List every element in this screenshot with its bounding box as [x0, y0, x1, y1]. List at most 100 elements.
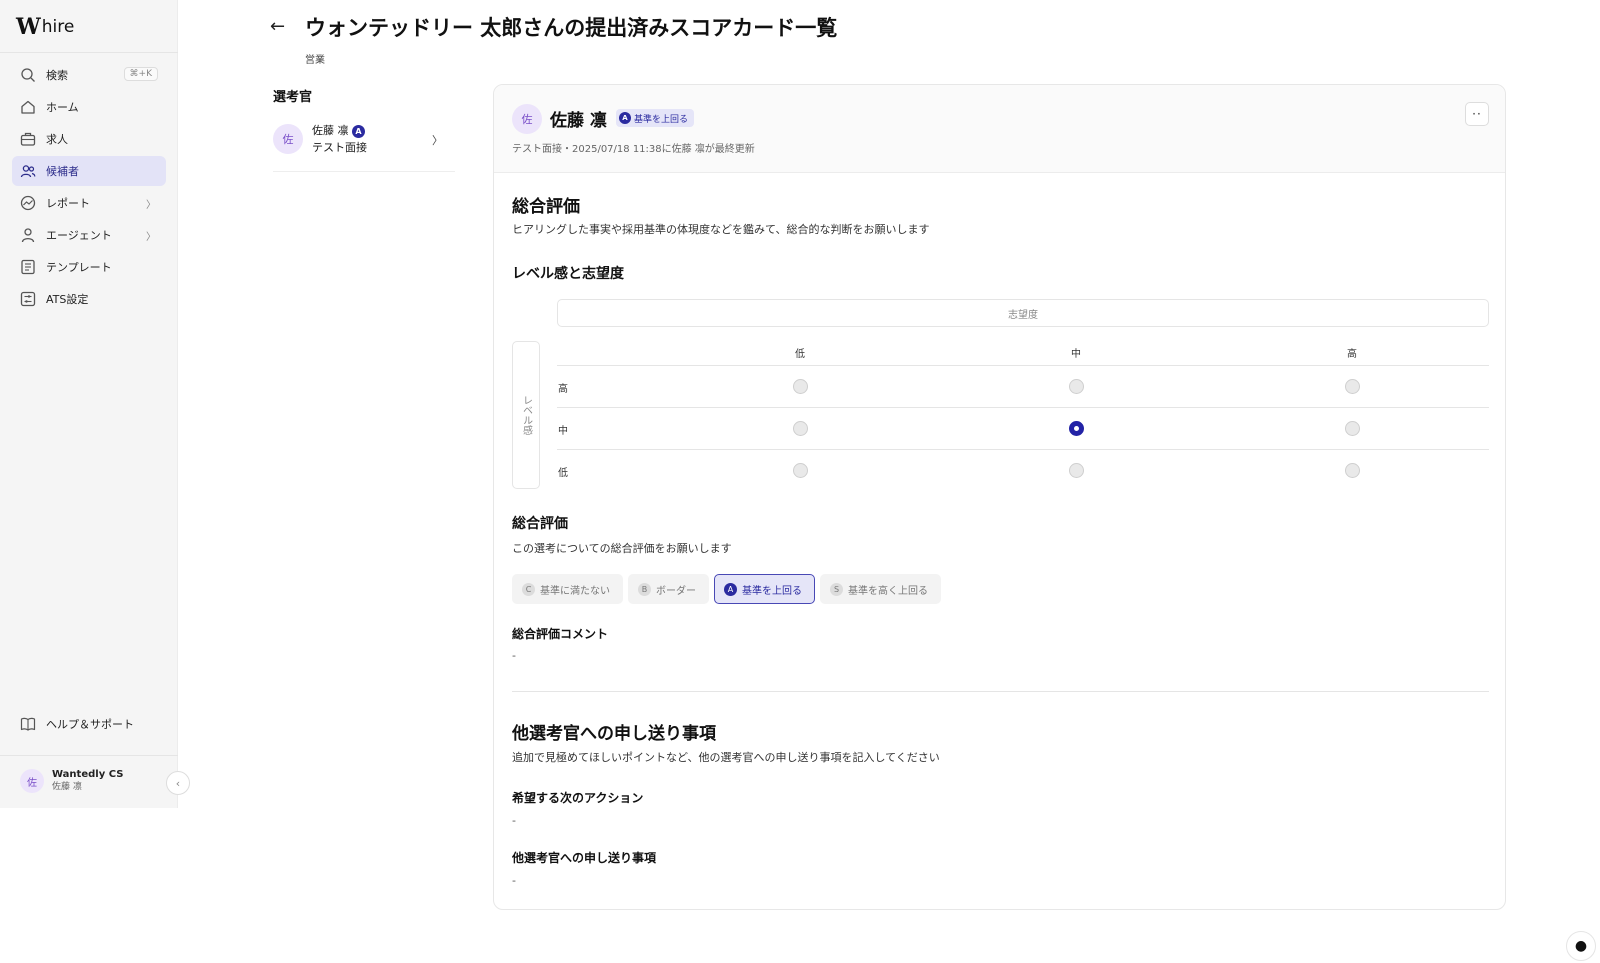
- sidebar-nav: 検索 ⌘+K ホーム 求人 候補者 レポート 〉 エージェント 〉 テンプレート…: [12, 60, 166, 316]
- sidebar-item-help[interactable]: ヘルプ＆サポート: [12, 709, 166, 739]
- evaluator-info: 佐藤 凛 A テスト面接: [312, 122, 367, 156]
- y-axis-label: レベル感: [512, 341, 540, 489]
- sidebar-bottom: ヘルプ＆サポート: [12, 709, 166, 741]
- page-subtitle: 営業: [305, 55, 325, 66]
- sidebar-item-reports[interactable]: レポート 〉: [12, 188, 166, 218]
- matrix-radio[interactable]: [1345, 421, 1360, 436]
- grade-section-title: 総合評価: [512, 516, 568, 532]
- matrix-row: 低: [557, 450, 1489, 492]
- search-icon: [20, 67, 36, 83]
- divider: [512, 691, 1489, 692]
- agent-icon: [20, 227, 36, 243]
- sidebar-item-candidates[interactable]: 候補者: [12, 156, 166, 186]
- matrix-title: レベル感と志望度: [512, 266, 624, 282]
- sidebar-item-label: レポート: [46, 197, 90, 210]
- sidebar-item-label: ヘルプ＆サポート: [46, 718, 134, 731]
- chevron-right-icon: 〉: [146, 232, 156, 243]
- sidebar-item-jobs[interactable]: 求人: [12, 124, 166, 154]
- y-axis-text: レベル感: [520, 395, 532, 435]
- matrix-radio[interactable]: [1069, 379, 1084, 394]
- matrix-radio[interactable]: [1345, 463, 1360, 478]
- avatar: 佐: [273, 124, 303, 154]
- avatar: 佐: [20, 769, 44, 793]
- matrix-radio[interactable]: [1069, 463, 1084, 478]
- sidebar-item-label: ATS設定: [46, 293, 89, 306]
- grade-label: 基準を高く上回る: [848, 585, 928, 597]
- row-label: 中: [558, 426, 568, 437]
- grade-label: ボーダー: [656, 585, 696, 597]
- sidebar-item-label: ホーム: [46, 101, 79, 114]
- grade-letter: S: [830, 582, 843, 596]
- grade-option-s[interactable]: S 基準を高く上回る: [820, 574, 941, 604]
- column-label: 低: [795, 349, 805, 360]
- sidebar-item-label: テンプレート: [46, 261, 112, 274]
- book-icon: [20, 716, 36, 732]
- matrix-header-row: 低 中 高: [557, 339, 1489, 366]
- grade-section-description: この選考についての総合評価をお願いします: [512, 542, 732, 555]
- grade-letter: B: [638, 582, 651, 596]
- grade-badge: A 基準を上回る: [616, 109, 695, 127]
- row-label: 低: [558, 468, 568, 479]
- briefcase-icon: [20, 131, 36, 147]
- more-options-button[interactable]: ··: [1465, 102, 1489, 126]
- chevron-right-icon: 〉: [432, 134, 443, 147]
- app-logo[interactable]: W hire: [16, 14, 74, 40]
- chart-icon: [20, 195, 36, 211]
- sidebar-item-label: エージェント: [46, 229, 112, 242]
- sidebar: W hire 検索 ⌘+K ホーム 求人 候補者 レポート 〉 エージェント 〉…: [0, 0, 178, 808]
- column-label: 高: [1347, 349, 1357, 360]
- interview-name: テスト面接: [312, 141, 367, 154]
- grade-label: 基準に満たない: [540, 585, 610, 597]
- user-org: Wantedly CS: [52, 769, 124, 780]
- sidebar-item-agents[interactable]: エージェント 〉: [12, 220, 166, 250]
- page-title: ウォンテッドリー 太郎さんの提出済みスコアカード一覧: [305, 16, 838, 40]
- evaluator-list-item[interactable]: 佐 佐藤 凛 A テスト面接 〉: [273, 122, 455, 172]
- section-description: ヒアリングした事実や採用基準の体現度などを鑑みて、総合的な判断をお願いします: [512, 223, 930, 236]
- matrix-radio-selected[interactable]: [1069, 421, 1084, 436]
- sidebar-item-ats-settings[interactable]: ATS設定: [12, 284, 166, 314]
- sidebar-item-home[interactable]: ホーム: [12, 92, 166, 122]
- matrix-radio[interactable]: [793, 463, 808, 478]
- column-label: 中: [1071, 349, 1081, 360]
- section-title: 総合評価: [512, 197, 580, 217]
- scorecard-meta: テスト面接・2025/07/18 11:38に佐藤 凛が最終更新: [512, 144, 755, 155]
- shortcut-badge: ⌘+K: [123, 67, 158, 81]
- divider: [0, 755, 178, 756]
- grade-badge: A: [352, 124, 365, 138]
- sidebar-item-search[interactable]: 検索 ⌘+K: [12, 60, 166, 90]
- matrix-radio[interactable]: [793, 421, 808, 436]
- collapse-sidebar-button[interactable]: ‹: [166, 771, 190, 795]
- handover-notes-value: -: [512, 874, 516, 887]
- sidebar-item-label: 求人: [46, 133, 68, 146]
- grade-letter: A: [724, 582, 737, 596]
- grade-option-c[interactable]: C 基準に満たない: [512, 574, 623, 604]
- sidebar-item-label: 候補者: [46, 165, 79, 178]
- chat-support-button[interactable]: ●: [1566, 931, 1596, 961]
- grade-label: 基準を上回る: [634, 114, 689, 125]
- grade-option-a[interactable]: A 基準を上回る: [714, 574, 815, 604]
- matrix-radio[interactable]: [793, 379, 808, 394]
- grade-letter: C: [522, 582, 535, 596]
- back-button[interactable]: ←: [270, 16, 285, 37]
- evaluator-name: 佐藤 凛: [550, 111, 607, 131]
- user-menu[interactable]: 佐 Wantedly CS 佐藤 凛: [20, 768, 123, 794]
- sidebar-item-templates[interactable]: テンプレート: [12, 252, 166, 282]
- avatar: 佐: [512, 104, 542, 134]
- ellipsis-icon: ··: [1472, 107, 1482, 121]
- logo-mark: W: [16, 14, 41, 40]
- divider: [0, 52, 178, 53]
- users-icon: [20, 163, 36, 179]
- evaluator-name: 佐藤 凛: [312, 124, 349, 137]
- grade-selector: C 基準に満たない B ボーダー A 基準を上回る S 基準を高く上回る: [512, 574, 946, 604]
- handover-notes-label: 他選考官への申し送り事項: [512, 851, 657, 865]
- grade-label: 基準を上回る: [742, 585, 802, 597]
- matrix-radio[interactable]: [1345, 379, 1360, 394]
- sidebar-item-label: 検索: [46, 69, 68, 82]
- user-name: 佐藤 凛: [52, 782, 82, 792]
- settings-icon: [20, 291, 36, 307]
- grade-option-b[interactable]: B ボーダー: [628, 574, 709, 604]
- arrow-left-icon: ←: [270, 16, 286, 37]
- next-action-value: -: [512, 814, 516, 827]
- scorecard-header: 佐 佐藤 凛 A 基準を上回る テスト面接・2025/07/18 11:38に佐…: [494, 85, 1505, 173]
- chat-icon: ●: [1574, 938, 1588, 954]
